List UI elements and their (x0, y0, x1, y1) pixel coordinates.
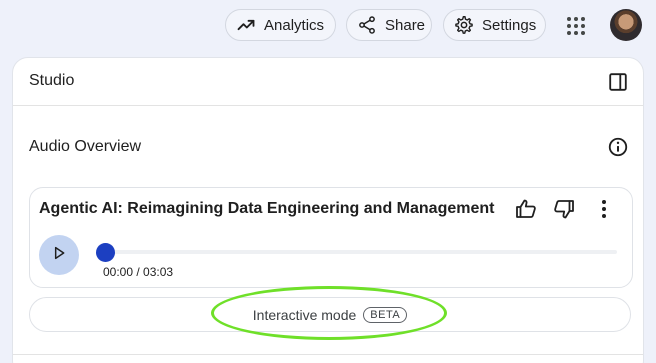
trending-up-icon (236, 15, 256, 35)
progress-track[interactable] (103, 250, 617, 254)
analytics-button[interactable]: Analytics (225, 9, 336, 41)
audio-overview-title: Audio Overview (29, 138, 142, 155)
play-button[interactable] (39, 235, 79, 275)
panel-toggle-icon[interactable] (607, 71, 629, 93)
top-bar: Analytics Share Settings (0, 0, 656, 50)
settings-button[interactable]: Settings (443, 9, 546, 41)
apps-grid-icon[interactable] (564, 14, 588, 38)
studio-panel: Studio Audio Overview Agentic AI: Reimag… (12, 57, 644, 363)
share-label: Share (385, 16, 426, 34)
time-display: 00:00 / 03:03 (103, 265, 174, 279)
progress-knob[interactable] (96, 243, 115, 262)
beta-badge: BETA (363, 306, 408, 323)
gear-icon (454, 15, 474, 35)
more-vert-icon[interactable] (596, 198, 612, 220)
thumb-up-icon[interactable] (514, 197, 538, 221)
thumb-down-icon[interactable] (552, 197, 576, 221)
play-icon (51, 245, 67, 266)
interactive-mode-label: Interactive mode (252, 306, 357, 323)
analytics-label: Analytics (264, 16, 325, 34)
settings-label: Settings (482, 16, 537, 34)
audio-title: Agentic AI: Reimagining Data Engineering… (39, 200, 495, 217)
divider (13, 105, 643, 106)
share-button[interactable]: Share (346, 9, 432, 41)
divider (13, 354, 643, 355)
interactive-mode-button[interactable]: Interactive mode BETA (29, 297, 631, 332)
info-icon[interactable] (607, 136, 629, 158)
audio-card: Agentic AI: Reimagining Data Engineering… (29, 187, 633, 288)
panel-title: Studio (29, 72, 75, 89)
avatar[interactable] (610, 9, 642, 41)
share-icon (357, 15, 377, 35)
